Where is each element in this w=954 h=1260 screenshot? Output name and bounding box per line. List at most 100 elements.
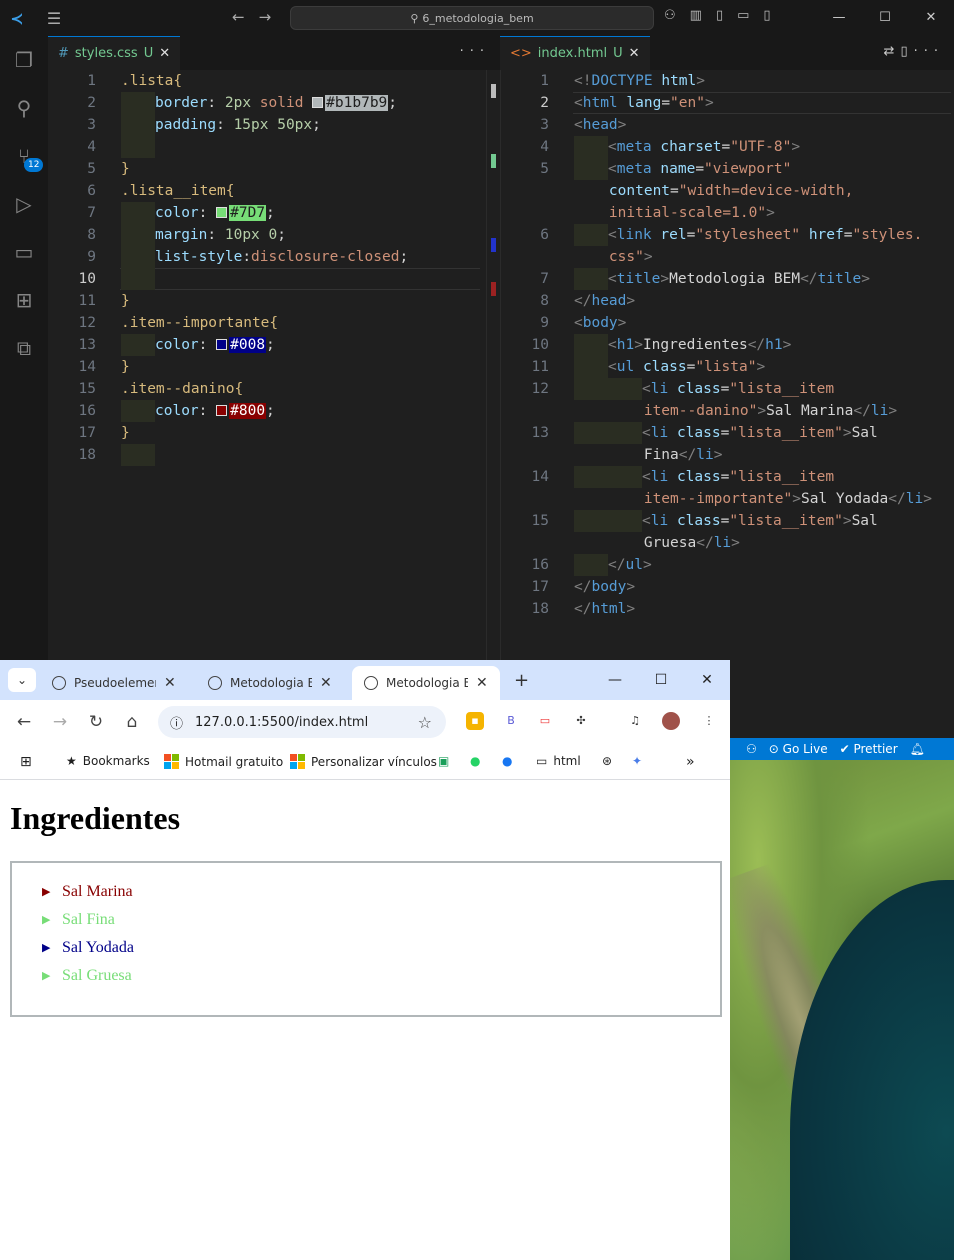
tab-pseudoelementos[interactable]: Pseudoelementos ✕ bbox=[40, 666, 188, 700]
bookmark-star-icon[interactable]: ☆ bbox=[418, 713, 432, 732]
code-line: 1 <!DOCTYPE html> bbox=[501, 70, 954, 92]
line-number: 7 bbox=[540, 271, 549, 287]
maximize-icon[interactable]: ☐ bbox=[638, 660, 684, 700]
bookmark-personalizar[interactable]: Personalizar vínculos bbox=[290, 754, 437, 769]
bookmark-bookmarks[interactable]: ★ Bookmarks bbox=[66, 754, 150, 768]
indent-guide bbox=[574, 422, 608, 444]
go-live-button[interactable]: ⊙ Go Live bbox=[769, 742, 828, 756]
color-swatch bbox=[216, 405, 228, 416]
tab-index-html[interactable]: <> index.html U ✕ bbox=[500, 36, 650, 70]
extension-b-icon[interactable]: B bbox=[502, 712, 520, 730]
copilot-status-icon[interactable]: ⚇ bbox=[746, 742, 757, 756]
token: </ bbox=[747, 337, 766, 353]
tab-metodologia-active[interactable]: Metodologia BEM ✕ bbox=[352, 666, 500, 700]
whatsapp-icon[interactable]: ● bbox=[470, 754, 480, 768]
home-icon[interactable]: ⌂ bbox=[114, 712, 150, 732]
code-line: 15 .item--danino{ bbox=[48, 378, 500, 400]
extensions-icon[interactable]: ⊞ bbox=[0, 276, 48, 324]
token: 10px 0 bbox=[224, 227, 278, 243]
token: </ bbox=[608, 557, 626, 573]
layout-icon[interactable]: ▥ bbox=[690, 8, 702, 23]
tab-title: Pseudoelementos bbox=[74, 676, 156, 690]
close-icon[interactable]: ✕ bbox=[629, 46, 640, 61]
code-text: Gruesa</li> bbox=[574, 532, 740, 554]
maximize-icon[interactable]: ☐ bbox=[862, 0, 908, 36]
close-icon[interactable]: ✕ bbox=[159, 46, 170, 61]
layout-controls[interactable]: ⚇ ▥ ▯ ▭ ▯ bbox=[664, 8, 771, 23]
activity-bar: ❐ ⚲ ⑂ 12 ▷ ▭ ⊞ ⧉ bbox=[0, 36, 48, 760]
code-line: 4 <meta charset="UTF-8"> bbox=[501, 136, 954, 158]
messenger-icon[interactable]: ● bbox=[502, 754, 512, 768]
new-tab-icon[interactable]: + bbox=[514, 670, 529, 691]
extension-keep-icon[interactable]: ▪ bbox=[466, 712, 484, 730]
minimize-icon[interactable]: — bbox=[816, 0, 862, 36]
line-number: 14 bbox=[78, 359, 96, 375]
extension-pip-icon[interactable]: ▭ bbox=[536, 712, 554, 730]
toggle-sidebar-icon[interactable]: ▯ bbox=[716, 8, 723, 23]
close-icon[interactable]: ✕ bbox=[164, 675, 176, 691]
bookmark-hotmail[interactable]: Hotmail gratuito bbox=[164, 754, 283, 769]
copilot-icon[interactable]: ⚇ bbox=[664, 8, 676, 23]
notifications-icon[interactable]: 🔔︎ bbox=[910, 742, 925, 756]
apps-icon[interactable]: ⊞ bbox=[20, 754, 32, 770]
token: > bbox=[842, 513, 852, 529]
code-text: .item--importante{ bbox=[121, 312, 278, 334]
nav-arrows[interactable]: ←→ bbox=[232, 8, 285, 26]
css-scrollbar[interactable] bbox=[486, 70, 500, 660]
live-share-icon[interactable]: ⧉ bbox=[0, 324, 48, 372]
html-editor[interactable]: 1 <!DOCTYPE html> 2 <html lang="en"> 3 <head>… bbox=[500, 70, 954, 760]
prettier-button[interactable]: ✔ Prettier bbox=[840, 742, 898, 756]
run-debug-icon[interactable]: ▷ bbox=[0, 180, 48, 228]
reload-icon[interactable]: ↻ bbox=[78, 712, 114, 732]
command-center-search[interactable]: ⚲ 6_metodologia_bem bbox=[290, 6, 654, 30]
token: > bbox=[704, 95, 714, 111]
forward-icon[interactable]: → bbox=[42, 712, 78, 732]
token: "viewport" bbox=[704, 161, 792, 177]
gemini-icon[interactable]: ✦ bbox=[632, 754, 642, 768]
token: < bbox=[642, 425, 651, 441]
meet-icon[interactable]: ▣ bbox=[438, 754, 449, 768]
chatgpt-icon[interactable]: ⊛ bbox=[602, 754, 612, 768]
more-bookmarks-icon[interactable]: » bbox=[686, 754, 695, 770]
explorer-icon[interactable]: ❐ bbox=[0, 36, 48, 84]
token: > bbox=[757, 403, 767, 419]
line-number: 2 bbox=[87, 95, 96, 111]
token: > bbox=[888, 403, 898, 419]
line-number: 10 bbox=[531, 337, 549, 353]
toggle-panel-icon[interactable]: ▭ bbox=[737, 8, 749, 23]
tab-search-icon[interactable]: ⌄ bbox=[8, 668, 36, 692]
source-control-icon[interactable]: ⑂ 12 bbox=[0, 132, 48, 180]
site-info-icon[interactable]: ⓘ bbox=[170, 713, 183, 732]
bookmarks-bar: ⊞ ★ Bookmarks Hotmail gratuito Personaliz… bbox=[0, 744, 730, 780]
extensions-puzzle-icon[interactable]: ✣ bbox=[572, 712, 590, 730]
remote-explorer-icon[interactable]: ▭ bbox=[0, 228, 48, 276]
close-icon[interactable]: ✕ bbox=[684, 660, 730, 700]
tab-styles-css[interactable]: # styles.css U ✕ bbox=[48, 36, 181, 70]
editor-actions[interactable]: ⇄▯··· bbox=[884, 44, 944, 59]
chrome-toolbar: ← → ↻ ⌂ ⓘ 127.0.0.1:5500/index.html ☆ ▪ … bbox=[0, 700, 730, 744]
bookmark-folder-html[interactable]: ▭ html bbox=[536, 754, 581, 768]
line-number: 1 bbox=[540, 73, 549, 89]
tab-metodologia-1[interactable]: Metodologia BEM ✕ bbox=[196, 666, 344, 700]
profile-avatar[interactable] bbox=[662, 712, 680, 730]
chrome-menu-icon[interactable]: ⋮ bbox=[700, 712, 718, 730]
back-icon[interactable]: ← bbox=[6, 712, 42, 732]
code-line: 12 .item--importante{ bbox=[48, 312, 500, 334]
media-control-icon[interactable]: ♫ bbox=[626, 712, 644, 730]
close-icon[interactable]: ✕ bbox=[476, 675, 488, 691]
minimize-icon[interactable]: — bbox=[592, 660, 638, 700]
toggle-secondary-icon[interactable]: ▯ bbox=[763, 8, 770, 23]
line-number: 4 bbox=[87, 139, 96, 155]
menu-icon[interactable]: ☰ bbox=[34, 9, 74, 28]
css-editor[interactable]: 1 .lista{2 border: 2px solid #b1b7b9; 3 padd… bbox=[48, 70, 500, 760]
close-icon[interactable]: ✕ bbox=[320, 675, 332, 691]
token: li bbox=[650, 425, 669, 441]
vscode-titlebar: ≺ ☰ ←→ ⚲ 6_metodologia_bem ⚇ ▥ ▯ ▭ ▯ — ☐… bbox=[0, 0, 954, 36]
list-item-text: Sal Fina bbox=[62, 911, 115, 928]
close-icon[interactable]: ✕ bbox=[908, 0, 954, 36]
more-actions-icon[interactable]: ··· bbox=[460, 44, 490, 59]
code-line: 7 <title>Metodologia BEM</title> bbox=[501, 268, 954, 290]
search-icon[interactable]: ⚲ bbox=[0, 84, 48, 132]
address-bar[interactable]: ⓘ 127.0.0.1:5500/index.html ☆ bbox=[158, 706, 446, 738]
